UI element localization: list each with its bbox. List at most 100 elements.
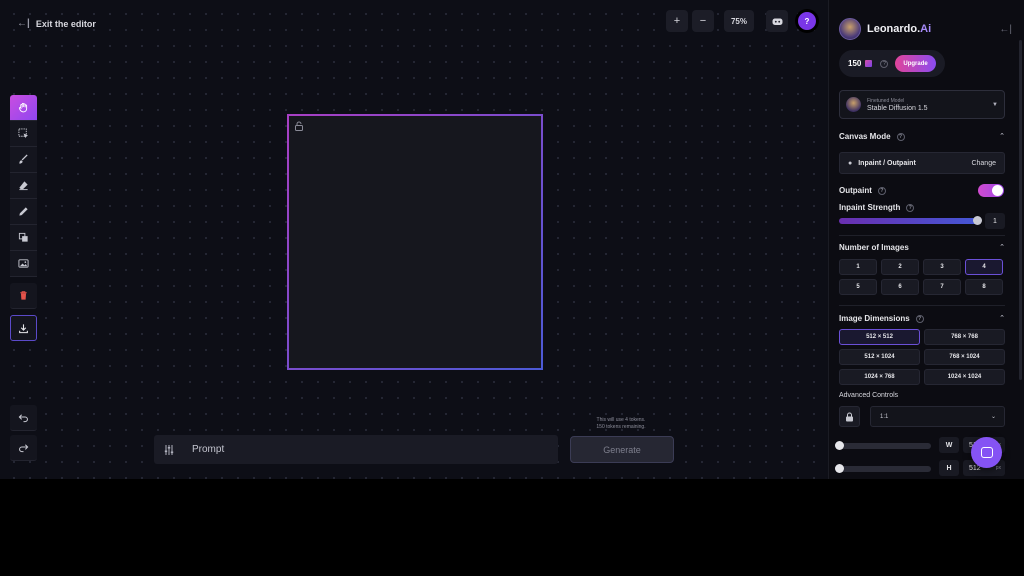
num-images-option[interactable]: 3 [923, 259, 961, 275]
zoom-in-button[interactable]: + [666, 10, 688, 32]
dimension-option[interactable]: 768 × 1024 [924, 349, 1005, 365]
undo-icon [18, 414, 28, 423]
image-icon [18, 259, 29, 268]
mask-brush-tool-button[interactable] [10, 147, 37, 173]
slider-track[interactable] [839, 218, 979, 224]
num-images-option[interactable]: 2 [881, 259, 919, 275]
height-label: H [939, 460, 959, 476]
token-icon [865, 60, 873, 67]
pencil-icon [19, 207, 28, 216]
model-text: Finetuned Model Stable Diffusion 1.5 [867, 98, 928, 112]
history-controls [10, 405, 37, 465]
inpaint-strength-slider: 1 [839, 213, 1005, 229]
info-icon[interactable]: ? [880, 59, 889, 68]
brand-name: Leonardo.Ai [867, 23, 931, 35]
slider-thumb[interactable] [973, 216, 982, 225]
settings-panel: Leonardo.Ai ←| 150 ? Upgrade Finetuned M… [828, 0, 1024, 479]
download-button[interactable] [10, 315, 37, 341]
panel-scrollbar[interactable] [1019, 40, 1022, 380]
model-thumbnail [846, 97, 861, 112]
token-note-line2: 150 tokens remaining. [596, 424, 646, 430]
number-of-images-header[interactable]: Number of Images ⌃ [839, 243, 1005, 252]
prompt-bar [154, 435, 558, 464]
collapse-panel-button[interactable]: ←| [999, 24, 1012, 35]
collapse-arrow-icon: ←| [999, 24, 1012, 35]
generate-button[interactable]: Generate [570, 436, 674, 463]
support-chat-button[interactable] [971, 437, 1002, 468]
num-images-option[interactable]: 1 [839, 259, 877, 275]
zoom-level[interactable]: 75% [724, 10, 754, 32]
dimension-option[interactable]: 1024 × 768 [839, 369, 920, 385]
chevron-up-icon[interactable]: ⌃ [999, 132, 1005, 140]
info-icon[interactable]: ? [896, 132, 905, 141]
model-select[interactable]: Finetuned Model Stable Diffusion 1.5 ▼ [839, 90, 1005, 119]
width-slider-track[interactable] [835, 443, 931, 449]
num-images-option-selected[interactable]: 4 [965, 259, 1003, 275]
exit-editor-link[interactable]: ←| Exit the editor [17, 18, 96, 29]
image-upload-button[interactable] [10, 251, 37, 277]
brand[interactable]: Leonardo.Ai [839, 18, 931, 40]
aspect-lock-button[interactable] [839, 406, 860, 427]
token-usage-note: This will use 4 tokens. 150 tokens remai… [570, 417, 672, 431]
dimension-option[interactable]: 1024 × 1024 [924, 369, 1005, 385]
undo-button[interactable] [10, 405, 37, 431]
canvas-area[interactable]: ←| Exit the editor + − 75% ? This will u… [0, 0, 828, 479]
aspect-ratio-select[interactable]: 1:1 ⌄ [870, 406, 1005, 427]
minus-icon: − [699, 15, 707, 27]
outpaint-toggle[interactable] [978, 184, 1004, 197]
generation-frame[interactable] [287, 114, 543, 370]
chevron-up-icon[interactable]: ⌃ [999, 243, 1005, 251]
unlock-icon[interactable] [294, 121, 304, 131]
height-slider-track[interactable] [835, 466, 931, 472]
discord-button[interactable] [766, 10, 788, 32]
upgrade-button[interactable]: Upgrade [895, 55, 936, 72]
eraser-tool-button[interactable] [10, 173, 37, 199]
num-images-option[interactable]: 5 [839, 279, 877, 295]
info-icon[interactable]: ? [915, 314, 924, 323]
token-note-line1: This will use 4 tokens. [596, 417, 646, 423]
canvas-mode-box: ● Inpaint / Outpaint Change [839, 152, 1005, 174]
pan-tool-button[interactable] [10, 95, 37, 121]
token-count: 150 [848, 59, 862, 68]
number-of-images-options: 1 2 3 4 5 6 7 8 [839, 259, 1005, 295]
chevron-up-icon[interactable]: ⌃ [999, 314, 1005, 322]
dimension-option[interactable]: 512 × 1024 [839, 349, 920, 365]
width-slider-thumb[interactable] [835, 441, 844, 450]
plus-icon: + [673, 15, 681, 27]
redo-button[interactable] [10, 435, 37, 461]
settings-sliders-icon[interactable] [163, 444, 175, 456]
image-dimension-options: 512 × 512 768 × 768 512 × 1024 768 × 102… [839, 329, 1005, 385]
lock-icon [846, 412, 853, 421]
dimension-option[interactable]: 768 × 768 [924, 329, 1005, 345]
back-arrow-icon: ←| [17, 18, 30, 29]
advanced-controls-label: Advanced Controls [839, 392, 899, 399]
info-icon[interactable]: ? [906, 203, 915, 212]
canvas-mode-header[interactable]: Canvas Mode ? ⌃ [839, 132, 1005, 141]
toggle-knob [992, 185, 1003, 196]
prompt-input[interactable] [192, 444, 532, 455]
height-slider-thumb[interactable] [835, 464, 844, 473]
inpaint-strength-value[interactable]: 1 [985, 213, 1005, 229]
delete-button[interactable] [10, 283, 37, 309]
num-images-option[interactable]: 8 [965, 279, 1003, 295]
zoom-out-button[interactable]: − [692, 10, 714, 32]
num-images-option[interactable]: 6 [881, 279, 919, 295]
image-dimensions-header[interactable]: Image Dimensions ? ⌃ [839, 314, 1005, 323]
brand-name-main: Leonardo. [867, 23, 921, 35]
leonardo-logo [839, 18, 861, 40]
top-toolbar: + − 75% ? [666, 10, 816, 32]
brush-icon [19, 154, 28, 164]
chevron-down-icon: ⌄ [990, 414, 996, 420]
draw-tool-button[interactable] [10, 199, 37, 225]
info-icon[interactable]: ? [877, 186, 886, 195]
paint-palette-icon: ● [848, 159, 853, 167]
num-images-option[interactable]: 7 [923, 279, 961, 295]
dimension-option-selected[interactable]: 512 × 512 [839, 329, 920, 345]
select-tool-button[interactable] [10, 121, 37, 147]
image-dimensions-title: Image Dimensions [839, 314, 910, 323]
model-name: Stable Diffusion 1.5 [867, 104, 928, 112]
change-mode-button[interactable]: Change [971, 160, 996, 167]
help-button[interactable]: ? [798, 12, 816, 30]
redo-icon [19, 444, 29, 453]
layers-tool-button[interactable] [10, 225, 37, 251]
